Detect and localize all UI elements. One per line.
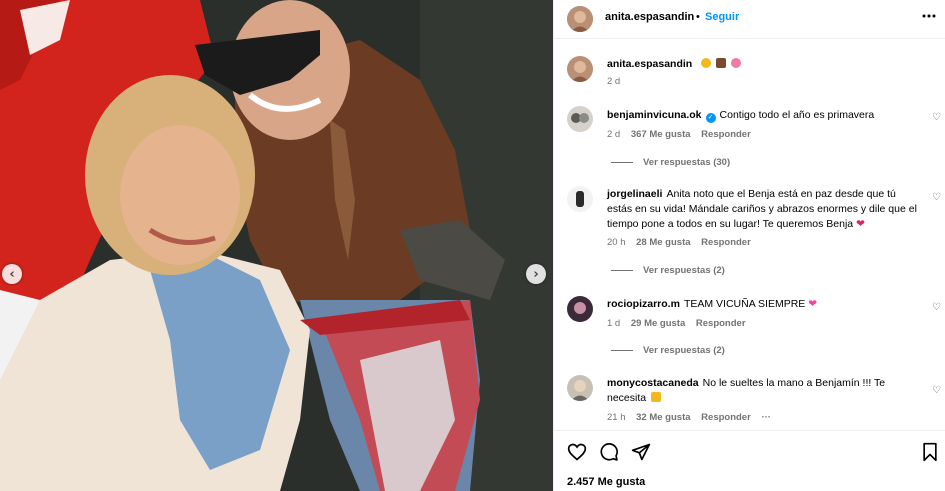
- post-actions: 2.457 Me gusta: [554, 430, 945, 491]
- red-heart-emoji: ❤: [856, 218, 865, 230]
- post-photo[interactable]: ‹ ›: [0, 0, 553, 491]
- comment-username[interactable]: jorgelinaeli: [607, 188, 662, 200]
- view-replies-label: Ver respuestas (30): [643, 157, 731, 168]
- chevron-left-icon: ‹: [9, 266, 15, 282]
- view-replies-label: Ver respuestas (2): [643, 265, 725, 276]
- share-icon[interactable]: [631, 442, 651, 467]
- chevron-right-icon: ›: [533, 266, 539, 282]
- header-separator: •: [696, 11, 700, 23]
- comment-username[interactable]: benjaminvicuna.ok: [607, 109, 702, 121]
- caption-username[interactable]: anita.espasandin: [607, 58, 692, 70]
- comment-meta: 1 d 29 Me gusta Responder: [607, 318, 754, 329]
- comment-time: 21 h: [607, 412, 626, 423]
- comment-meta: 2 d 367 Me gusta Responder: [607, 129, 759, 140]
- comment-like-icon[interactable]: ♡: [932, 192, 941, 203]
- more-horizontal-icon[interactable]: [922, 9, 936, 26]
- comment-likes[interactable]: 28 Me gusta: [636, 237, 690, 248]
- avatar[interactable]: [567, 296, 593, 322]
- caption-time: 2 d: [607, 76, 621, 87]
- view-replies-label: Ver respuestas (2): [643, 345, 725, 356]
- comment-username[interactable]: rociopizarro.m: [607, 298, 680, 310]
- divider: [611, 161, 633, 163]
- carousel-prev-button[interactable]: ‹: [2, 264, 22, 284]
- avatar[interactable]: [567, 106, 593, 132]
- pink-flower-emoji: [730, 58, 741, 68]
- avatar[interactable]: [567, 6, 593, 32]
- comment-time: 20 h: [607, 237, 626, 248]
- avatar[interactable]: [567, 56, 593, 82]
- avatar[interactable]: [567, 375, 593, 401]
- view-replies-button[interactable]: Ver respuestas (2): [611, 265, 725, 276]
- comment-time: 2 d: [607, 129, 621, 140]
- view-replies-button[interactable]: Ver respuestas (30): [611, 157, 730, 168]
- comment-username[interactable]: monycostacaneda: [607, 377, 699, 389]
- comments-list[interactable]: anita.espasandin 2 d benjaminvicuna.ok ✓ C…: [554, 40, 945, 429]
- comment-like-icon[interactable]: ♡: [932, 112, 941, 123]
- comment-text: TEAM VICUÑA SIEMPRE: [683, 298, 806, 310]
- comment-meta: 21 h 32 Me gusta Responder ···: [607, 412, 779, 423]
- post-side-panel: anita.espasandin • Seguir anita.espasand…: [553, 0, 945, 491]
- reply-button[interactable]: Responder: [701, 129, 751, 140]
- reply-button[interactable]: Responder: [696, 318, 746, 329]
- pink-heart-emoji: ❤: [808, 298, 818, 310]
- verified-badge-icon: ✓: [705, 113, 716, 123]
- post-likes-count[interactable]: 2.457 Me gusta: [567, 476, 645, 488]
- brown-heart-emoji: [716, 58, 727, 68]
- avatar[interactable]: [567, 186, 593, 212]
- divider: [611, 269, 633, 271]
- view-replies-button[interactable]: Ver respuestas (2): [611, 345, 725, 356]
- reply-button[interactable]: Responder: [701, 237, 751, 248]
- caption-meta: 2 d: [607, 76, 628, 87]
- comment-time: 1 d: [607, 318, 621, 329]
- comment-likes[interactable]: 29 Me gusta: [631, 318, 685, 329]
- comment-more-button[interactable]: ···: [761, 412, 771, 423]
- praise-hands-emoji: [651, 392, 662, 402]
- comment-icon[interactable]: [599, 442, 619, 467]
- photo-illustration: [0, 0, 553, 491]
- reply-button[interactable]: Responder: [701, 412, 751, 423]
- smile-emoji: [701, 58, 712, 68]
- carousel-next-button[interactable]: ›: [526, 264, 546, 284]
- follow-button[interactable]: Seguir: [705, 11, 739, 23]
- bookmark-icon[interactable]: [921, 442, 939, 467]
- post-header: anita.espasandin • Seguir: [554, 0, 945, 39]
- comment-meta: 20 h 28 Me gusta Responder: [607, 237, 759, 248]
- heart-icon[interactable]: [567, 442, 587, 467]
- comment-text: Contigo todo el año es primavera: [719, 109, 875, 121]
- comment-like-icon[interactable]: ♡: [932, 385, 941, 396]
- divider: [611, 349, 633, 351]
- header-username[interactable]: anita.espasandin: [605, 11, 694, 23]
- comment-likes[interactable]: 367 Me gusta: [631, 129, 691, 140]
- comment-likes[interactable]: 32 Me gusta: [636, 412, 690, 423]
- comment-like-icon[interactable]: ♡: [932, 302, 941, 313]
